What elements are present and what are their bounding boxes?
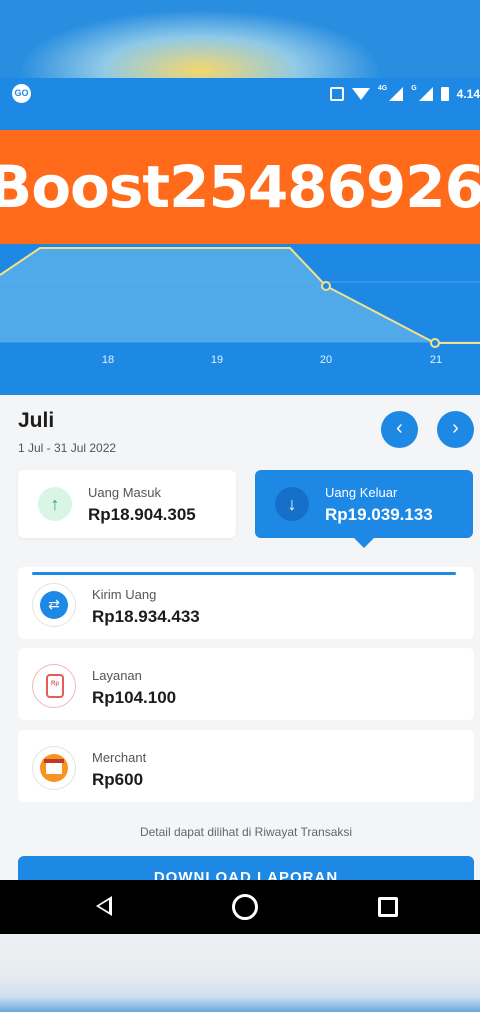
android-nav-bar [0,880,480,934]
money-out-label: Uang Keluar [325,485,398,500]
signal-icon-2 [418,87,433,101]
status-icons: 4G G 4.14 [329,84,480,104]
vibrate-icon [329,87,344,101]
status-bar: GO 4G G 4.14 [0,78,480,110]
category-label: Merchant [92,750,147,765]
battery-icon [440,87,449,101]
tick-label: 20 [319,354,333,366]
next-month-button[interactable]: › [437,411,474,448]
tick-label: 18 [101,354,115,366]
recent-apps-icon[interactable] [378,897,398,917]
category-item-kirim-uang[interactable]: Kirim Uang Rp18.934.433 [18,567,474,639]
chevron-left-icon: ‹ [396,417,403,439]
category-amount: Rp18.934.433 [92,607,200,626]
overlay-banner: Boost254869267 [0,130,480,244]
money-in-card[interactable]: ↑ Uang Masuk Rp18.904.305 [18,470,236,538]
category-amount: Rp600 [92,770,144,789]
back-icon[interactable] [96,896,112,916]
tick-label: 21 [429,354,443,366]
list-top-bar [32,572,456,575]
category-label: Kirim Uang [92,587,157,602]
report-panel: Juli 1 Jul - 31 Jul 2022 ‹ › ↑ Uang Masu… [0,395,480,880]
date-range: 1 Jul - 31 Jul 2022 [18,441,117,455]
transfer-icon [32,583,76,627]
screen: GO 4G G 4.14 18 19 20 21 Boost254869267 [0,0,480,1012]
chevron-right-icon: › [452,417,459,439]
category-item-merchant[interactable]: Merchant Rp600 [18,730,474,802]
arrow-down-icon: ↓ [275,487,309,521]
network-type-4g: 4G [377,84,388,92]
top-blurred-background [0,0,480,80]
money-in-label: Uang Masuk [88,485,161,500]
bill-icon [32,664,76,708]
detail-note: Detail dapat dilihat di Riwayat Transaks… [139,825,353,839]
network-type-g: G [411,84,417,92]
download-report-button[interactable]: DOWNLOAD LAPORAN [18,856,474,880]
category-amount: Rp104.100 [92,688,177,707]
money-out-card[interactable]: ↓ Uang Keluar Rp19.039.133 [255,470,473,548]
month-title: Juli [18,409,55,432]
store-icon [32,746,76,790]
bottom-blurred-background [0,934,480,1012]
chart-point [321,281,331,291]
signal-icon [389,87,404,101]
tick-label: 19 [210,354,224,366]
money-out-amount: Rp19.039.133 [325,505,433,524]
home-icon[interactable] [232,894,258,920]
category-item-layanan[interactable]: Layanan Rp104.100 [18,648,474,720]
category-label: Layanan [92,668,142,683]
clock: 4.14 [456,87,480,101]
go-icon: GO [12,84,31,103]
previous-month-button[interactable]: ‹ [381,411,418,448]
chart-point [430,338,440,348]
wifi-icon [351,88,370,100]
arrow-up-icon: ↑ [38,487,72,521]
money-in-amount: Rp18.904.305 [88,505,196,524]
